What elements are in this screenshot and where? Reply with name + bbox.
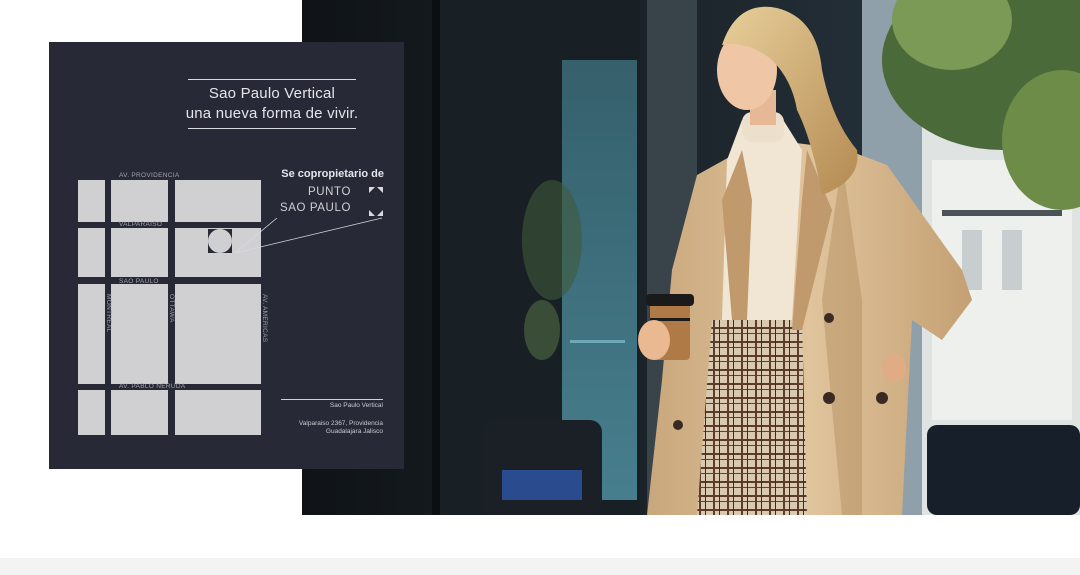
footer-rule [281, 399, 383, 400]
punto-logo-corner-icon [369, 187, 383, 193]
footer-address-line-2: Guadalajara Jalisco [325, 428, 383, 435]
street-label-pablo-neruda: AV. PABLO NERUDA [119, 383, 186, 390]
street-label-valparaiso: VALPARAISO [119, 221, 163, 228]
footer-company-name: Sao Paulo Vertical [329, 402, 383, 409]
lifestyle-photo [302, 0, 1080, 515]
logo-text-punto: PUNTO [307, 186, 351, 198]
punto-logo-corner-icon [369, 210, 383, 216]
logo-text-sao-paulo: SAO PAULO [279, 202, 351, 214]
street-label-providencia: AV. PROVIDENCIA [119, 172, 180, 179]
street-label-ottawa: OTTAWA [168, 294, 175, 323]
copropietario-title: Se copropietario de [281, 168, 384, 180]
street-label-americas: AV. AMERICAS [261, 294, 268, 343]
woman-with-coffee-illustration [302, 0, 1080, 515]
street-label-sao-paulo: SAO PAULO [119, 278, 159, 285]
street-label-montreal: MONTREAL [105, 294, 112, 333]
footer-address-line-1: Valparaiso 2367, Providencia [298, 420, 383, 427]
brochure-card: Sao Paulo Vertical una nueva forma de vi… [49, 42, 404, 469]
bottom-strip [0, 558, 1080, 575]
